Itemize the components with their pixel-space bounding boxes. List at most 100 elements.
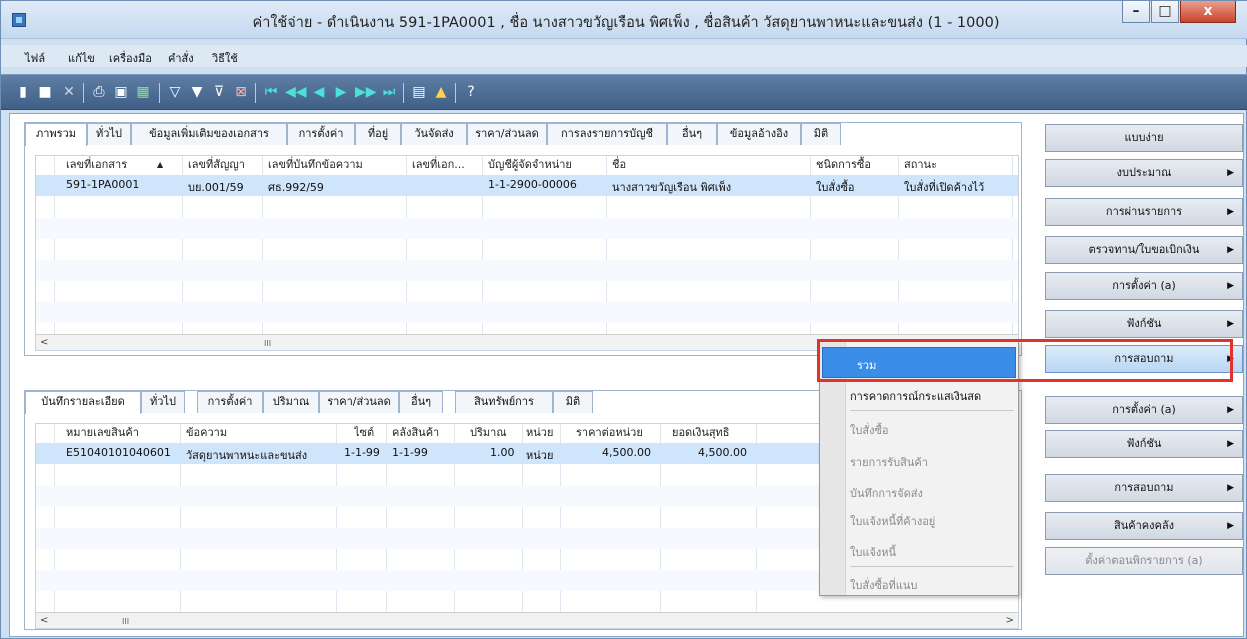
chevron-right-icon: ▶ xyxy=(1227,245,1234,255)
tab-document-extra[interactable]: ข้อมูลเพิ่มเติมของเอกสาร xyxy=(131,123,287,145)
delete-icon[interactable]: ✕ xyxy=(61,84,77,100)
budget-button[interactable]: งบประมาณ ▶ xyxy=(1045,159,1243,187)
app-icon[interactable] xyxy=(12,13,26,27)
menu-item-attached-po[interactable]: ใบสั่งซื้อที่แนบ xyxy=(850,576,917,594)
chevron-right-icon: ▶ xyxy=(1227,168,1234,178)
menu-item-cashflow-forecast[interactable]: การคาดการณ์กระแสเงินสด xyxy=(850,387,981,405)
col-item-no[interactable]: หมายเลขสินค้า xyxy=(66,424,139,442)
posting-button[interactable]: การผ่านรายการ ▶ xyxy=(1045,198,1243,226)
chevron-right-icon: ▶ xyxy=(1227,281,1234,291)
menu-command[interactable]: คำสั่ง xyxy=(168,49,194,67)
close-button[interactable]: x xyxy=(1180,1,1236,23)
tab-line-price[interactable]: ราคา/ส่วนลด xyxy=(319,391,399,413)
tab-line-other[interactable]: อื่นๆ xyxy=(399,391,443,413)
col-contract-no[interactable]: เลขที่สัญญา xyxy=(188,156,245,174)
previous-page-icon[interactable]: ◀◀ xyxy=(285,84,307,100)
tab-overview[interactable]: ภาพรวม xyxy=(25,123,87,146)
inventory-button[interactable]: สินค้าคงคลัง ▶ xyxy=(1045,512,1243,540)
col-doc-no-2[interactable]: เลขที่เอก... xyxy=(412,156,478,174)
menu-help[interactable]: วิธีใช้ xyxy=(212,49,238,67)
col-vendor-account[interactable]: บัญชีผู้จัดจำหน่าย xyxy=(488,156,572,174)
next-page-icon[interactable]: ▶▶ xyxy=(355,84,377,100)
alert-icon[interactable]: ▲ xyxy=(433,84,449,100)
help-icon[interactable]: ? xyxy=(463,84,479,100)
picking-setup-button[interactable]: ตั้งค่าตอนพิกรายการ (a) xyxy=(1045,547,1243,575)
toolbar: ▮ ■ ✕ ⎙ ▣ ▦ ▽ ▼ ⊽ ⊠ ⏮ ◀◀ ◀ ▶ ▶▶ ⏭ ▤ ▲ ? xyxy=(1,74,1247,110)
menu-tools[interactable]: เครื่องมือ xyxy=(109,49,152,67)
menu-file[interactable]: ไฟล์ xyxy=(25,49,45,67)
setup-button[interactable]: การตั้งค่า (a) ▶ xyxy=(1045,272,1243,300)
col-net-amount[interactable]: ยอดเงินสุทธิ xyxy=(672,424,730,442)
line-inquiry-button[interactable]: การสอบถาม ▶ xyxy=(1045,474,1243,502)
col-unit-price[interactable]: ราคาต่อหน่วย xyxy=(576,424,643,442)
lines-hscrollbar[interactable]: < III > xyxy=(36,612,1018,628)
tab-address[interactable]: ที่อยู่ xyxy=(355,123,401,145)
table-row[interactable]: 591-1PA0001 บย.001/59 ศธ.992/59 1-1-2900… xyxy=(36,175,1018,196)
chevron-right-icon: ▶ xyxy=(1227,439,1234,449)
tab-dimension[interactable]: มิติ xyxy=(801,123,841,145)
tab-reference[interactable]: ข้อมูลอ้างอิง xyxy=(717,123,801,145)
menu-item-pending-invoices[interactable]: ใบแจ้งหนี้ที่ค้างอยู่ xyxy=(850,512,935,530)
tab-line-dimension[interactable]: มิติ xyxy=(553,391,593,413)
menu-item-delivery-notes[interactable]: บันทึกการจัดส่ง xyxy=(850,484,923,502)
print-icon[interactable]: ⎙ xyxy=(91,84,107,100)
app-window: ค่าใช้จ่าย - ดำเนินงาน 591-1PA0001 , ชื่… xyxy=(0,0,1247,639)
menu-item-receipts[interactable]: รายการรับสินค้า xyxy=(850,453,928,471)
col-document-no[interactable]: เลขที่เอกสาร xyxy=(66,156,127,174)
review-requisition-button[interactable]: ตรวจทาน/ใบขอเบิกเงิน ▶ xyxy=(1045,236,1243,264)
menu-bar: ไฟล์ แก้ไข เครื่องมือ คำสั่ง วิธีใช้ xyxy=(1,45,1247,67)
tab-price-discount[interactable]: ราคา/ส่วนลด xyxy=(467,123,547,145)
chevron-right-icon: ▶ xyxy=(1227,405,1234,415)
col-quantity[interactable]: ปริมาณ xyxy=(470,424,507,442)
maximize-button[interactable]: □ xyxy=(1151,1,1179,23)
next-record-icon[interactable]: ▶ xyxy=(333,84,349,100)
col-memo-no[interactable]: เลขที่บันทึกข้อความ xyxy=(268,156,363,174)
tab-line-details[interactable]: บันทึกรายละเอียด xyxy=(25,391,141,414)
line-setup-button[interactable]: การตั้งค่า (a) ▶ xyxy=(1045,396,1243,424)
tab-delivery-date[interactable]: วันจัดส่ง xyxy=(401,123,467,145)
tab-posting[interactable]: การลงรายการบัญชี xyxy=(547,123,667,145)
col-site[interactable]: ไซต์ xyxy=(354,424,374,442)
previous-record-icon[interactable]: ◀ xyxy=(311,84,327,100)
tab-line-asset[interactable]: สินทรัพย์การ xyxy=(455,391,553,413)
print-preview-icon[interactable]: ▣ xyxy=(113,84,129,100)
filter-by-selection-icon[interactable]: ▼ xyxy=(189,84,205,100)
advanced-filter-icon[interactable]: ⊽ xyxy=(211,84,227,100)
remove-filter-icon[interactable]: ⊠ xyxy=(233,84,249,100)
minimize-button[interactable]: – xyxy=(1122,1,1150,23)
filter-icon[interactable]: ▽ xyxy=(167,84,183,100)
header-panel: ภาพรวม ทั่วไป ข้อมูลเพิ่มเติมของเอกสาร ก… xyxy=(24,122,1022,356)
menu-item-purchase-order[interactable]: ใบสั่งซื้อ xyxy=(850,421,889,439)
tab-line-setup[interactable]: การตั้งค่า xyxy=(197,391,263,413)
tab-other[interactable]: อื่นๆ xyxy=(667,123,717,145)
title-bar: ค่าใช้จ่าย - ดำเนินงาน 591-1PA0001 , ชื่… xyxy=(1,1,1247,39)
col-warehouse[interactable]: คลังสินค้า xyxy=(392,424,439,442)
col-status[interactable]: สถานะ xyxy=(904,156,937,174)
menu-item-invoices[interactable]: ใบแจ้งหนี้ xyxy=(850,543,896,561)
chevron-right-icon: ▶ xyxy=(1227,319,1234,329)
sort-ascending-icon[interactable]: ▲ xyxy=(157,156,163,174)
menu-edit[interactable]: แก้ไข xyxy=(68,49,95,67)
chevron-right-icon: ▶ xyxy=(1227,521,1234,531)
save-icon[interactable]: ■ xyxy=(37,84,53,100)
header-grid: เลขที่เอกสาร ▲ เลขที่สัญญา เลขที่บันทึกข… xyxy=(35,155,1019,351)
tab-setup[interactable]: การตั้งค่า xyxy=(287,123,355,145)
document-handling-icon[interactable]: ▤ xyxy=(411,84,427,100)
tab-line-general[interactable]: ทั่วไป xyxy=(141,391,185,413)
col-text[interactable]: ข้อความ xyxy=(186,424,227,442)
function-button[interactable]: ฟังก์ชัน ▶ xyxy=(1045,310,1243,338)
line-function-button[interactable]: ฟังก์ชัน ▶ xyxy=(1045,430,1243,458)
chevron-right-icon: ▶ xyxy=(1227,207,1234,217)
highlight-box xyxy=(817,339,1233,382)
excel-icon[interactable]: ▦ xyxy=(135,84,151,100)
col-purchase-type[interactable]: ชนิดการซื้อ xyxy=(816,156,871,174)
col-unit[interactable]: หน่วย xyxy=(526,424,553,442)
tab-line-quantity[interactable]: ปริมาณ xyxy=(263,391,319,413)
last-record-icon[interactable]: ⏭ xyxy=(381,84,397,100)
col-name[interactable]: ชื่อ xyxy=(612,156,626,174)
tab-general[interactable]: ทั่วไป xyxy=(87,123,131,145)
window-title: ค่าใช้จ่าย - ดำเนินงาน 591-1PA0001 , ชื่… xyxy=(252,15,1000,31)
new-icon[interactable]: ▮ xyxy=(15,84,31,100)
first-record-icon[interactable]: ⏮ xyxy=(263,84,279,100)
simple-button[interactable]: แบบง่าย xyxy=(1045,124,1243,152)
